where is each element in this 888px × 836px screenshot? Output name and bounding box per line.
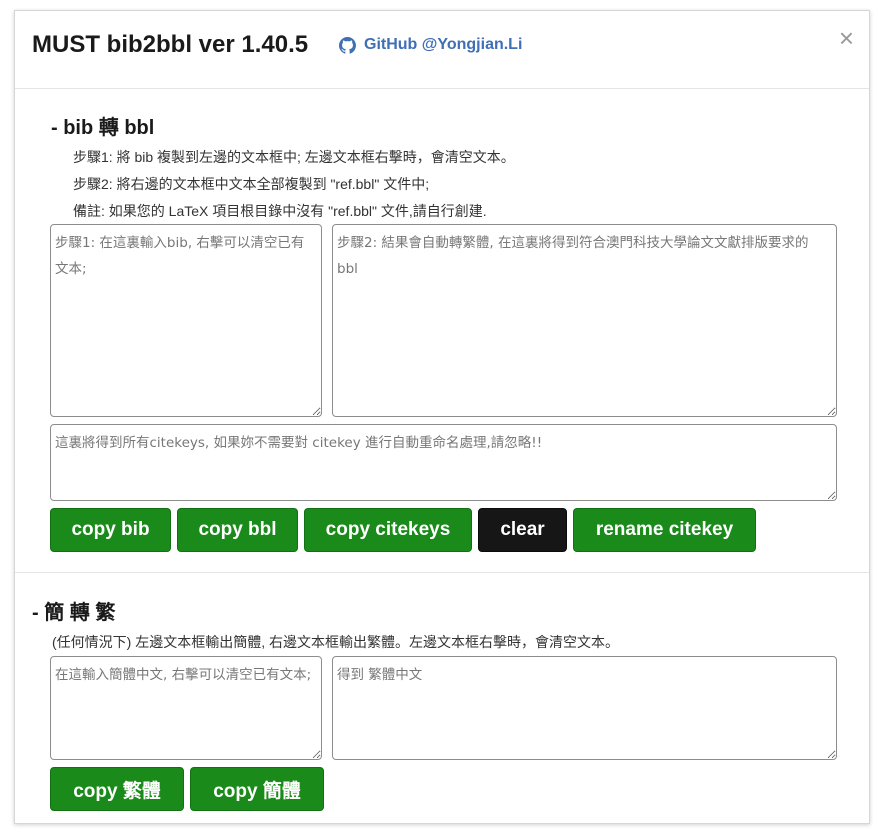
copy-simplified-button[interactable]: copy 簡體 — [190, 767, 324, 811]
github-label: GitHub @Yongjian.Li — [364, 36, 523, 53]
dialog: MUST bib2bbl ver 1.40.5 GitHub @Yongjian… — [14, 10, 870, 824]
rename-citekey-button[interactable]: rename citekey — [573, 508, 756, 552]
app-title: MUST bib2bbl ver 1.40.5 — [32, 31, 309, 58]
close-icon[interactable]: × — [839, 25, 854, 51]
bbl-output[interactable] — [332, 224, 837, 417]
convert-description: (任何情況下) 左邊文本框輸出簡體, 右邊文本框輸出繁體。左邊文本框右擊時，會清… — [52, 634, 619, 650]
copy-citekeys-button[interactable]: copy citekeys — [304, 508, 472, 552]
section-divider — [15, 572, 869, 573]
bib-input[interactable] — [50, 224, 322, 417]
convert-section-title: - 簡 轉 繁 — [32, 602, 116, 624]
step1-text: 步驟1: 將 bib 複製到左邊的文本框中; 左邊文本框右擊時，會清空文本。 — [73, 149, 515, 165]
clear-button[interactable]: clear — [478, 508, 567, 552]
simplified-input[interactable] — [50, 656, 322, 760]
copy-bbl-button[interactable]: copy bbl — [177, 508, 298, 552]
github-link[interactable]: GitHub @Yongjian.Li — [339, 36, 522, 54]
dialog-header: MUST bib2bbl ver 1.40.5 GitHub @Yongjian… — [15, 11, 869, 89]
copy-traditional-button[interactable]: copy 繁體 — [50, 767, 184, 811]
traditional-output[interactable] — [332, 656, 837, 760]
note-text: 備註: 如果您的 LaTeX 項目根目錄中沒有 "ref.bbl" 文件,請自行… — [73, 203, 487, 219]
step2-text: 步驟2: 將右邊的文本框中文本全部複製到 "ref.bbl" 文件中; — [73, 176, 430, 192]
citekeys-output[interactable] — [50, 424, 837, 501]
copy-bib-button[interactable]: copy bib — [50, 508, 171, 552]
github-icon — [339, 36, 356, 54]
bib-section-title: - bib 轉 bbl — [51, 117, 155, 139]
